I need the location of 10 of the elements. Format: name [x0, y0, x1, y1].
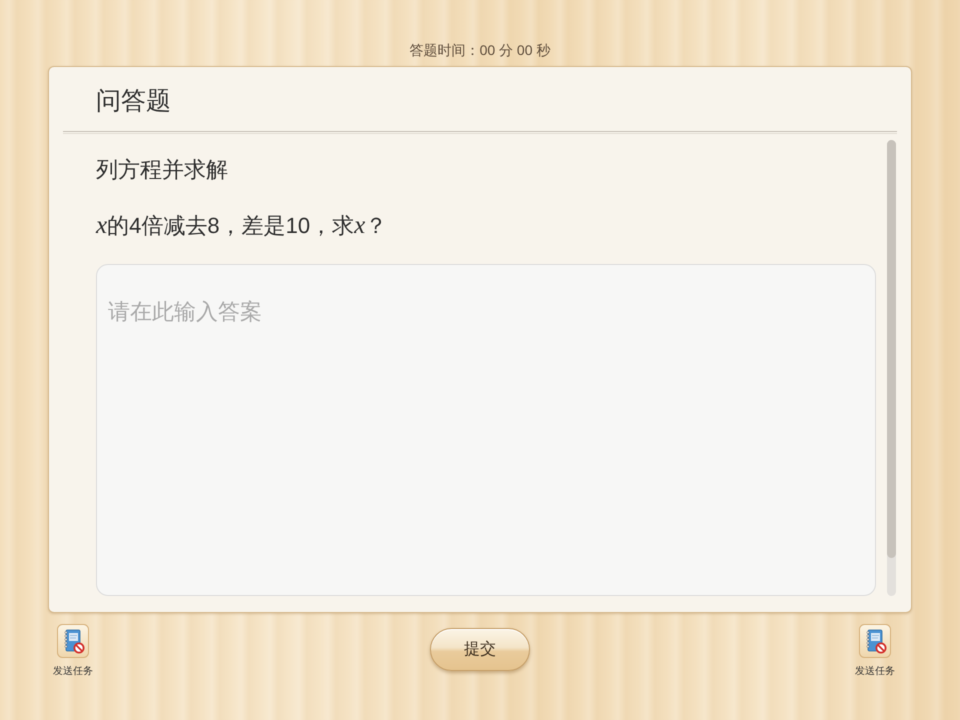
answer-field[interactable]: 请在此输入答案: [96, 264, 876, 596]
question-text: x的4倍减去8，差是10，求x？: [96, 211, 388, 241]
send-task-button[interactable]: 发送任务: [849, 624, 901, 678]
notebook-icon: [57, 624, 89, 658]
question-type-title: 问答题: [96, 86, 171, 117]
instruction-text: 列方程并求解: [96, 156, 228, 184]
answer-timer: 答题时间：00 分 00 秒: [410, 41, 550, 59]
send-task-button[interactable]: 发送任务: [47, 624, 99, 678]
submit-button[interactable]: 提交: [430, 628, 530, 671]
notebook-icon: [859, 624, 891, 658]
